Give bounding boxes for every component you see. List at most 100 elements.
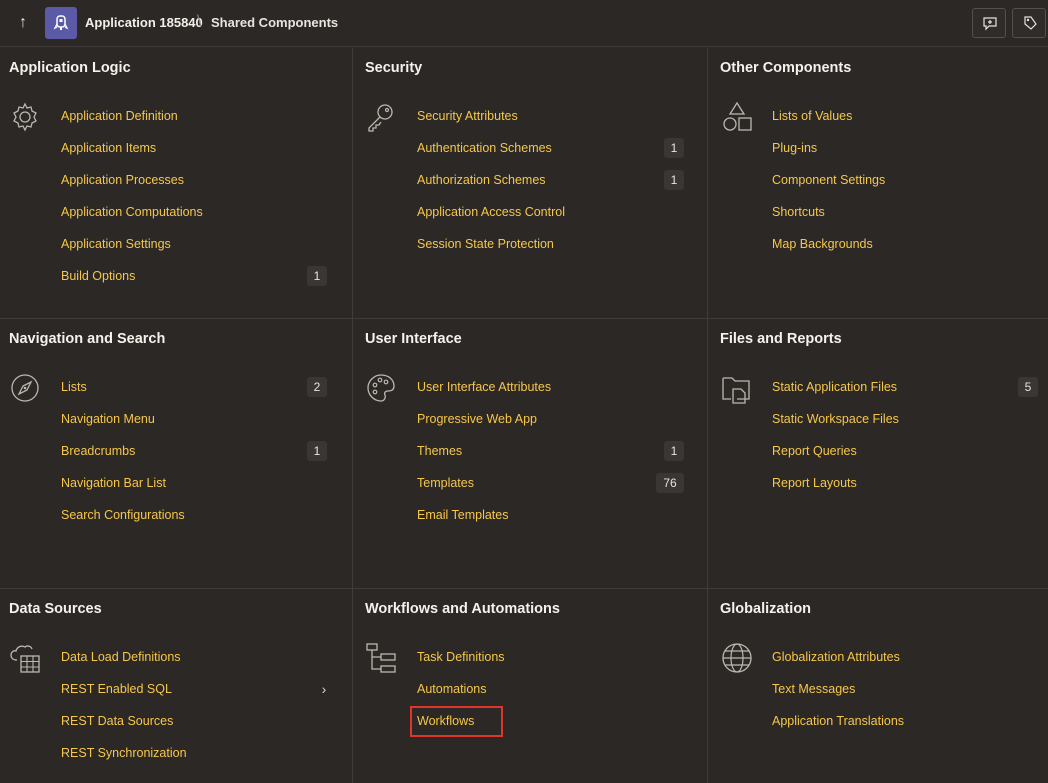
list-item: Email Templates xyxy=(417,504,508,526)
link-search-configurations[interactable]: Search Configurations xyxy=(61,508,185,522)
link-user-interface-attributes[interactable]: User Interface Attributes xyxy=(417,380,551,394)
link-plug-ins[interactable]: Plug-ins xyxy=(772,141,817,155)
link-globalization-attributes[interactable]: Globalization Attributes xyxy=(772,650,900,664)
link-application-items[interactable]: Application Items xyxy=(61,141,156,155)
link-application-definition[interactable]: Application Definition xyxy=(61,109,178,123)
list-item: Navigation Menu xyxy=(61,408,155,430)
link-breadcrumbs[interactable]: Breadcrumbs xyxy=(61,444,135,458)
breadcrumb-separator: \ xyxy=(197,13,202,30)
palette-icon xyxy=(367,374,395,402)
count-badge: 5 xyxy=(1018,377,1038,397)
count-badge: 2 xyxy=(307,377,327,397)
tools-button[interactable] xyxy=(1012,8,1046,38)
list-item: Static Application Files xyxy=(772,376,897,398)
gear-icon xyxy=(13,102,37,132)
up-arrow-icon[interactable]: ↑ xyxy=(14,12,32,34)
list-item: Report Layouts xyxy=(772,472,857,494)
link-text-messages[interactable]: Text Messages xyxy=(772,682,855,696)
link-application-access-control[interactable]: Application Access Control xyxy=(417,205,565,219)
panel-title: Workflows and Automations xyxy=(365,601,560,617)
count-badge: 1 xyxy=(664,138,684,158)
list-item: Application Access Control xyxy=(417,201,565,223)
panel-navigation-and-search: Navigation and Search Lists 2 Navigation… xyxy=(0,318,352,588)
panel-title: Security xyxy=(365,60,423,76)
count-badge: 1 xyxy=(664,170,684,190)
link-rest-enabled-sql[interactable]: REST Enabled SQL xyxy=(61,682,172,696)
link-report-layouts[interactable]: Report Layouts xyxy=(772,476,857,490)
shared-components-grid: Application Logic Application Definition… xyxy=(0,48,1048,783)
link-application-processes[interactable]: Application Processes xyxy=(61,173,184,187)
link-themes[interactable]: Themes xyxy=(417,444,462,458)
link-lists-of-values[interactable]: Lists of Values xyxy=(772,109,852,123)
panel-other-components: Other Components Lists of Values Plug-in… xyxy=(707,48,1048,318)
panel-title: Globalization xyxy=(720,601,812,617)
list-item: Themes xyxy=(417,440,462,462)
list-item: Component Settings xyxy=(772,169,885,191)
list-item: REST Enabled SQL xyxy=(61,678,172,700)
flowchart-icon xyxy=(366,643,396,673)
list-item: Navigation Bar List xyxy=(61,472,166,494)
link-static-application-files[interactable]: Static Application Files xyxy=(772,380,897,394)
list-item: REST Data Sources xyxy=(61,710,173,732)
count-badge: 1 xyxy=(664,441,684,461)
panel-title: Data Sources xyxy=(9,601,102,617)
list-item: Authentication Schemes xyxy=(417,137,552,159)
link-progressive-web-app[interactable]: Progressive Web App xyxy=(417,412,537,426)
list-item: Authorization Schemes xyxy=(417,169,546,191)
page-title: Shared Components xyxy=(211,15,339,30)
list-item: Text Messages xyxy=(772,678,855,700)
list-item: Build Options xyxy=(61,265,135,287)
link-static-workspace-files[interactable]: Static Workspace Files xyxy=(772,412,899,426)
list-item: Application Definition xyxy=(61,105,178,127)
list-item: Plug-ins xyxy=(772,137,817,159)
link-security-attributes[interactable]: Security Attributes xyxy=(417,109,518,123)
link-session-state-protection[interactable]: Session State Protection xyxy=(417,237,554,251)
list-item: Report Queries xyxy=(772,440,857,462)
list-item: Globalization Attributes xyxy=(772,646,900,668)
link-authorization-schemes[interactable]: Authorization Schemes xyxy=(417,173,546,187)
list-item: Shortcuts xyxy=(772,201,825,223)
link-report-queries[interactable]: Report Queries xyxy=(772,444,857,458)
panel-title: Application Logic xyxy=(9,60,131,76)
link-navigation-bar-list[interactable]: Navigation Bar List xyxy=(61,476,166,490)
link-map-backgrounds[interactable]: Map Backgrounds xyxy=(772,237,873,251)
link-shortcuts[interactable]: Shortcuts xyxy=(772,205,825,219)
globe-icon xyxy=(722,643,752,673)
link-email-templates[interactable]: Email Templates xyxy=(417,508,508,522)
link-templates[interactable]: Templates xyxy=(417,476,474,490)
chevron-right-icon[interactable]: › xyxy=(318,679,330,699)
count-badge: 76 xyxy=(656,473,684,493)
list-item: Application Translations xyxy=(772,710,904,732)
breadcrumb-application[interactable]: Application 185840 xyxy=(85,15,203,30)
count-badge: 1 xyxy=(307,266,327,286)
panel-data-sources: Data Sources Data Load Definitions REST … xyxy=(0,588,352,783)
link-data-load-definitions[interactable]: Data Load Definitions xyxy=(61,650,181,664)
list-item: Lists xyxy=(61,376,87,398)
add-comment-button[interactable] xyxy=(972,8,1006,38)
link-lists[interactable]: Lists xyxy=(61,380,87,394)
list-item: Progressive Web App xyxy=(417,408,537,430)
link-component-settings[interactable]: Component Settings xyxy=(772,173,885,187)
link-automations[interactable]: Automations xyxy=(417,682,486,696)
panel-title: Files and Reports xyxy=(720,331,842,347)
link-authentication-schemes[interactable]: Authentication Schemes xyxy=(417,141,552,155)
link-application-translations[interactable]: Application Translations xyxy=(772,714,904,728)
folder-file-icon xyxy=(722,377,750,404)
compass-icon xyxy=(11,374,39,402)
list-item: Map Backgrounds xyxy=(772,233,873,255)
link-task-definitions[interactable]: Task Definitions xyxy=(417,650,505,664)
comment-plus-icon xyxy=(983,17,997,31)
list-item: Automations xyxy=(417,678,486,700)
link-build-options[interactable]: Build Options xyxy=(61,269,135,283)
link-navigation-menu[interactable]: Navigation Menu xyxy=(61,412,155,426)
list-item: Application Processes xyxy=(61,169,184,191)
list-item: Session State Protection xyxy=(417,233,554,255)
link-application-computations[interactable]: Application Computations xyxy=(61,205,203,219)
list-item: Workflows xyxy=(417,710,474,732)
app-icon[interactable] xyxy=(45,7,77,39)
link-workflows[interactable]: Workflows xyxy=(417,714,474,728)
link-application-settings[interactable]: Application Settings xyxy=(61,237,171,251)
link-rest-synchronization[interactable]: REST Synchronization xyxy=(61,746,187,760)
link-rest-data-sources[interactable]: REST Data Sources xyxy=(61,714,173,728)
list-item: Static Workspace Files xyxy=(772,408,899,430)
